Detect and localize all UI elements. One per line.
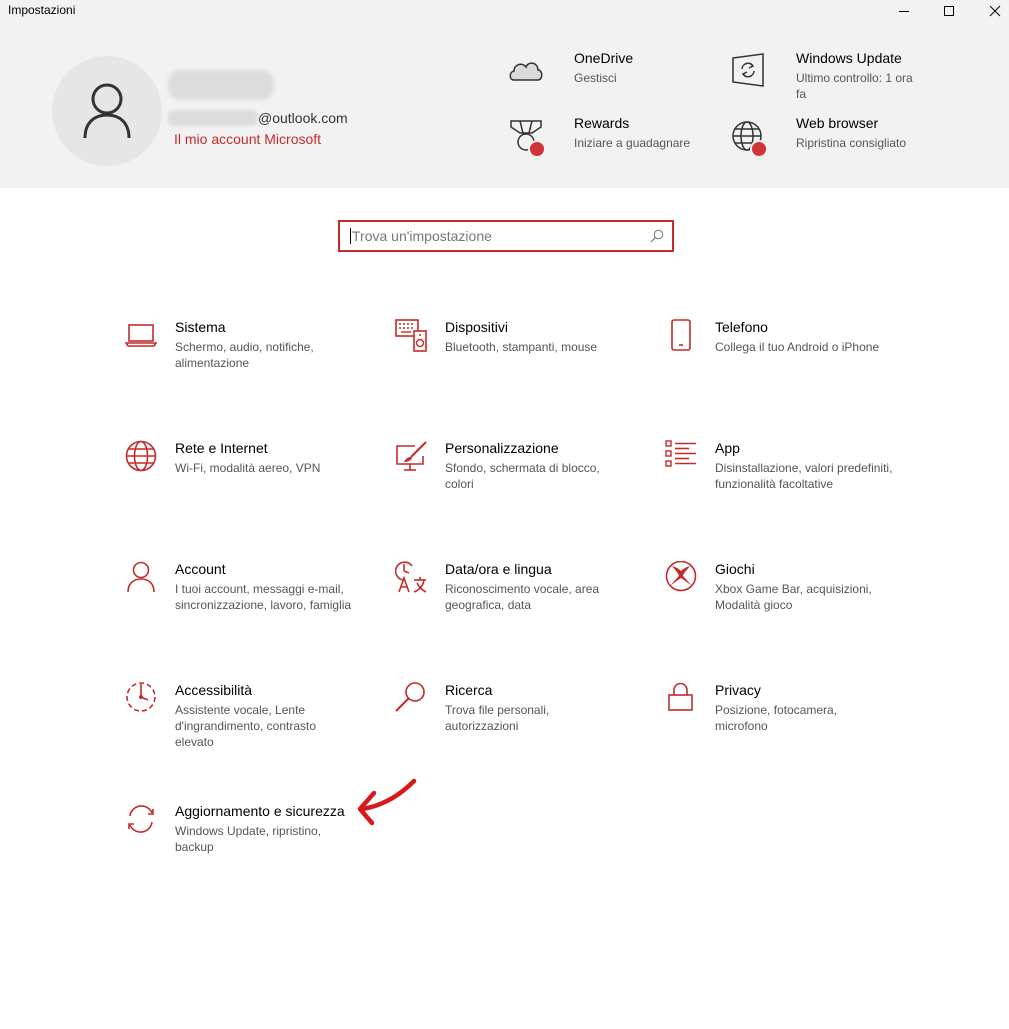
tile-sistema[interactable]: Sistema Schermo, audio, notifiche, alime… [125, 319, 375, 419]
paint-brush-icon [396, 441, 427, 471]
avatar[interactable] [52, 56, 162, 166]
tile-subtitle: Trova file personali, autorizzazioni [445, 703, 550, 733]
windows-update-subtitle: Ultimo controllo: 1 ora fa [796, 71, 913, 101]
maximize-icon [944, 6, 954, 16]
globe-icon [125, 440, 157, 472]
annotation-arrow-icon [357, 778, 417, 826]
windows-update-icon [732, 53, 764, 87]
web-browser-title: Web browser [796, 115, 879, 131]
tile-data-ora-e-lingua[interactable]: Data/ora e lingua Riconoscimento vocale,… [395, 561, 645, 661]
tile-aggiornamento-e-sicurezza[interactable]: Aggiornamento e sicurezza Windows Update… [125, 803, 375, 903]
cloud-icon [509, 62, 543, 81]
app-list-icon [665, 440, 696, 467]
tile-subtitle: I tuoi account, messaggi e-mail, sincron… [175, 582, 352, 612]
rewards-title: Rewards [574, 115, 630, 131]
tile-giochi[interactable]: Giochi Xbox Game Bar, acquisizioni, Moda… [665, 561, 915, 661]
tile-ricerca[interactable]: Ricerca Trova file personali, autorizzaz… [395, 682, 645, 782]
minimize-button[interactable] [881, 0, 927, 22]
tile-subtitle: Sfondo, schermata di blocco, colori [445, 461, 600, 491]
text-caret [350, 228, 351, 244]
tile-subtitle: Bluetooth, stampanti, mouse [445, 340, 598, 354]
tile-privacy[interactable]: Privacy Posizione, fotocamera, microfono [665, 682, 915, 782]
tile-title: Accessibilità [175, 682, 253, 698]
tile-title: Giochi [715, 561, 755, 577]
microsoft-account-link[interactable]: Il mio account Microsoft [174, 131, 321, 147]
minimize-icon [899, 11, 909, 12]
tile-telefono[interactable]: Telefono Collega il tuo Android o iPhone [665, 319, 915, 419]
keyboard-speaker-icon [395, 319, 427, 352]
tile-title: Personalizzazione [445, 440, 559, 456]
tile-title: Dispositivi [445, 319, 509, 335]
account-name-redacted [168, 70, 274, 100]
windows-update-link[interactable]: Windows Update Ultimo controllo: 1 ora f… [730, 50, 930, 105]
tile-title: App [715, 440, 740, 456]
tile-accessibilita[interactable]: Accessibilità Assistente vocale, Lente d… [125, 682, 375, 782]
tile-subtitle: Wi-Fi, modalità aereo, VPN [175, 461, 321, 475]
email-redacted [168, 110, 258, 126]
account-email: @outlook.com [258, 110, 348, 126]
time-language-icon [395, 561, 427, 593]
tile-title: Ricerca [445, 682, 493, 698]
tile-subtitle: Assistente vocale, Lente d'ingrandimento… [175, 703, 317, 749]
tile-title: Privacy [715, 682, 761, 698]
title-bar: Impostazioni [0, 0, 1009, 22]
tile-title: Aggiornamento e sicurezza [175, 803, 345, 819]
tile-title: Telefono [715, 319, 768, 335]
tile-app[interactable]: App Disinstallazione, valori predefiniti… [665, 440, 915, 540]
search-icon[interactable] [650, 229, 664, 243]
web-browser-subtitle: Ripristina consigliato [796, 136, 907, 150]
web-browser-link[interactable]: Web browser Ripristina consigliato [730, 115, 930, 165]
tile-subtitle: Schermo, audio, notifiche, alimentazione [175, 340, 314, 370]
close-button[interactable] [972, 0, 1009, 22]
search-icon [395, 682, 425, 712]
maximize-button[interactable] [926, 0, 972, 22]
onedrive-title: OneDrive [574, 50, 634, 66]
person-icon [83, 83, 131, 139]
tile-title: Rete e Internet [175, 440, 268, 456]
tile-subtitle: Collega il tuo Android o iPhone [715, 340, 880, 354]
window-title: Impostazioni [8, 3, 76, 17]
account-header: Impostazioni @outlook.com Il mio account… [0, 0, 1009, 188]
tile-rete-e-internet[interactable]: Rete e Internet Wi-Fi, modalità aereo, V… [125, 440, 375, 540]
phone-icon [671, 319, 691, 351]
tile-subtitle: Windows Update, ripristino, backup [175, 824, 322, 854]
laptop-icon [125, 324, 158, 347]
search-placeholder: Trova un'impostazione [352, 228, 492, 244]
tile-subtitle: Disinstallazione, valori predefiniti, fu… [715, 461, 893, 491]
tile-account[interactable]: Account I tuoi account, messaggi e-mail,… [125, 561, 375, 661]
tile-title: Account [175, 561, 226, 577]
search-input[interactable]: Trova un'impostazione [338, 220, 674, 252]
sync-arrows-icon [128, 805, 154, 833]
tile-subtitle: Posizione, fotocamera, microfono [715, 703, 838, 733]
notification-badge [528, 140, 546, 158]
rewards-subtitle: Iniziare a guadagnare [574, 136, 691, 150]
lock-icon [668, 682, 693, 711]
xbox-icon [665, 561, 697, 592]
close-icon [989, 5, 1001, 17]
person-icon [127, 561, 155, 593]
tile-subtitle: Xbox Game Bar, acquisizioni, Modalità gi… [715, 582, 872, 612]
rewards-link[interactable]: Rewards Iniziare a guadagnare [508, 115, 708, 165]
tile-title: Data/ora e lingua [445, 561, 552, 577]
onedrive-link[interactable]: OneDrive Gestisci [508, 50, 708, 100]
tile-title: Sistema [175, 319, 226, 335]
onedrive-subtitle: Gestisci [574, 71, 617, 85]
ease-of-access-icon [126, 682, 156, 712]
tile-personalizzazione[interactable]: Personalizzazione Sfondo, schermata di b… [395, 440, 645, 540]
tile-dispositivi[interactable]: Dispositivi Bluetooth, stampanti, mouse [395, 319, 645, 419]
windows-update-title: Windows Update [796, 50, 902, 66]
notification-badge [750, 140, 768, 158]
tile-subtitle: Riconoscimento vocale, area geografica, … [445, 582, 600, 612]
